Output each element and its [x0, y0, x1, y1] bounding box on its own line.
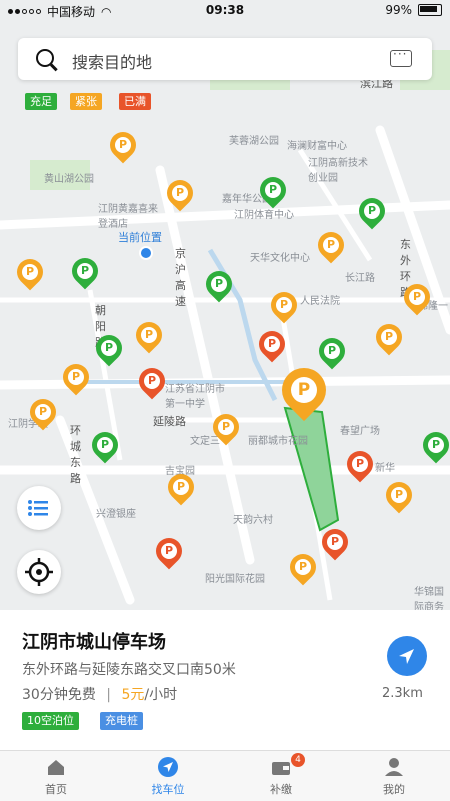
- parking-pin[interactable]: P: [150, 532, 188, 572]
- parking-pin[interactable]: P: [370, 318, 408, 358]
- map-label: 京沪高速: [175, 247, 186, 308]
- selected-parking-pin[interactable]: P: [272, 358, 336, 424]
- navigate-button[interactable]: [387, 636, 427, 676]
- status-bar: 中国移动 ◠ 09:38 99%: [0, 0, 450, 22]
- parking-pin[interactable]: P: [104, 126, 142, 166]
- parking-address: 东外环路与延陵东路交叉口南50米: [22, 662, 236, 678]
- parking-name: 江阴市城山停车场: [22, 632, 166, 653]
- locate-button[interactable]: [17, 550, 61, 594]
- map-label: 黄山湖公园: [44, 174, 94, 185]
- parking-pin[interactable]: P: [380, 476, 418, 516]
- home-icon: [48, 760, 64, 775]
- map-canvas: [0, 0, 450, 610]
- wallet-icon: [272, 762, 290, 775]
- map-label: 环城东路: [70, 424, 81, 485]
- parking-pin[interactable]: P: [161, 174, 199, 214]
- map-label: 天韵六村: [233, 515, 273, 526]
- free-time: 30分钟免费: [22, 687, 96, 703]
- parking-pin[interactable]: P: [133, 362, 171, 402]
- list-view-button[interactable]: [17, 486, 61, 530]
- charging-badge: 充电桩: [100, 712, 143, 730]
- legend-full: 已满: [119, 93, 151, 110]
- map-view[interactable]: 芙蓉湖公园 海澜财富中心 江阴高新技术创业园 嘉年华公园 江阴体育中心 江阴黄嘉…: [0, 0, 450, 610]
- parking-pin[interactable]: P: [207, 408, 245, 448]
- parking-pin[interactable]: P: [417, 426, 450, 466]
- current-location-label: 当前位置: [118, 231, 162, 244]
- map-label: 春望广场: [340, 426, 380, 437]
- price-unit: /小时: [144, 687, 178, 703]
- clock: 09:38: [205, 3, 245, 17]
- legend-available: 充足: [25, 93, 57, 110]
- tab-payment[interactable]: 4 补缴: [225, 751, 337, 801]
- battery-icon: [418, 4, 442, 16]
- tab-bar: 首页 找车位 4 补缴 我的: [0, 750, 450, 801]
- parking-pin[interactable]: P: [312, 226, 350, 266]
- parking-pin[interactable]: P: [253, 325, 291, 365]
- parking-pin[interactable]: P: [90, 329, 128, 369]
- crosshair-icon: [25, 558, 53, 586]
- map-label: 海澜财富中心: [287, 141, 347, 152]
- distance: 2.3km: [382, 686, 423, 701]
- parking-pin[interactable]: P: [254, 171, 292, 211]
- tab-profile[interactable]: 我的: [338, 751, 450, 801]
- map-label: 长江路: [345, 273, 375, 284]
- legend-limited: 紧张: [70, 93, 102, 110]
- parking-pin[interactable]: P: [353, 192, 391, 232]
- parking-pin[interactable]: P: [57, 358, 95, 398]
- parking-pin[interactable]: P: [284, 548, 322, 588]
- map-label: 阳光国际花园: [205, 574, 265, 585]
- parking-pin[interactable]: P: [130, 316, 168, 356]
- user-icon: [385, 758, 403, 776]
- search-input[interactable]: 搜索目的地: [72, 49, 152, 73]
- navigate-icon: [399, 649, 414, 664]
- parking-pin[interactable]: P: [11, 253, 49, 293]
- notification-badge: 4: [291, 753, 305, 767]
- map-label: 芙蓉湖公园: [229, 136, 279, 147]
- tab-home[interactable]: 首页: [0, 751, 112, 801]
- parking-detail-card[interactable]: 江阴市城山停车场 东外环路与延陵东路交叉口南50米 30分钟免费 | 5元/小时…: [0, 610, 450, 750]
- map-label: 延陵路: [153, 415, 186, 428]
- parking-pin[interactable]: P: [66, 252, 104, 292]
- navigate-icon: [158, 757, 178, 777]
- map-label: 江阴黄嘉喜来登酒店: [98, 204, 158, 230]
- parking-pin[interactable]: P: [162, 468, 200, 508]
- map-label: 天华文化中心: [250, 253, 310, 264]
- tab-label: 我的: [383, 783, 405, 796]
- tab-label: 补缴: [270, 783, 292, 796]
- parking-pin[interactable]: P: [200, 265, 238, 305]
- parking-pin[interactable]: P: [341, 445, 379, 485]
- separator: |: [106, 687, 111, 703]
- map-label: 江阴高新技术创业园: [308, 158, 368, 184]
- price: 5元: [121, 687, 145, 703]
- map-label: 兴澄银座: [96, 509, 136, 520]
- battery-label: 99%: [385, 3, 412, 17]
- tab-label: 找车位: [151, 783, 185, 796]
- parking-pin[interactable]: P: [265, 286, 303, 326]
- parking-pin[interactable]: P: [398, 278, 436, 318]
- list-icon: [28, 500, 48, 516]
- map-label: 人民法院: [300, 296, 340, 307]
- tab-find-parking[interactable]: 找车位: [112, 751, 224, 801]
- search-bar[interactable]: 搜索目的地: [18, 38, 432, 80]
- parking-pin[interactable]: P: [86, 426, 124, 466]
- parking-pin[interactable]: P: [313, 332, 351, 372]
- map-label: 华锦国际商务中心: [414, 587, 444, 610]
- spaces-badge: 10空泊位: [22, 712, 79, 730]
- tab-label: 首页: [45, 783, 67, 796]
- parking-pin[interactable]: P: [24, 393, 62, 433]
- map-label: 新华: [375, 463, 395, 474]
- map-label: 江苏省江阴市第一中学: [165, 384, 225, 410]
- map-label: 丽都城市花园: [248, 436, 308, 447]
- search-icon: [36, 49, 54, 67]
- message-icon[interactable]: [390, 47, 412, 67]
- parking-icon: P: [291, 377, 317, 403]
- current-location-icon: [139, 246, 153, 260]
- parking-fee: 30分钟免费 | 5元/小时: [22, 684, 177, 704]
- parking-pin[interactable]: P: [316, 523, 354, 563]
